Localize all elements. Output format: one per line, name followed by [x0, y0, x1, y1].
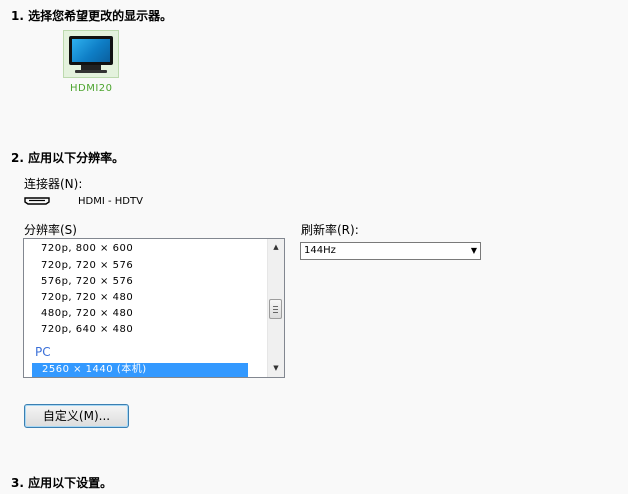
scroll-down-arrow-icon[interactable]: ▼: [268, 360, 284, 377]
dropdown-arrow-icon[interactable]: ▼: [471, 243, 477, 259]
step1-title: 1. 选择您希望更改的显示器。: [11, 9, 173, 23]
step2-title: 2. 应用以下分辨率。: [11, 151, 125, 165]
customize-button[interactable]: 自定义(M)...: [24, 404, 129, 428]
step3-title: 3. 应用以下设置。: [11, 476, 113, 490]
monitor-name: HDMI20: [70, 83, 113, 94]
list-item[interactable]: 480p, 720 × 480: [41, 308, 133, 319]
resolution-label: 分辨率(S): [24, 223, 77, 237]
list-item[interactable]: 720p, 800 × 600: [41, 243, 133, 254]
listbox-scrollbar[interactable]: ▲ ▼: [267, 239, 284, 377]
monitor-tile[interactable]: [63, 30, 119, 78]
resolution-listbox[interactable]: 720p, 800 × 600 720p, 720 × 576 576p, 72…: [23, 238, 285, 378]
list-item[interactable]: 720p, 720 × 576: [41, 260, 133, 271]
connector-label: 连接器(N):: [24, 177, 83, 191]
scroll-up-arrow-icon[interactable]: ▲: [268, 239, 284, 256]
scroll-thumb[interactable]: [269, 299, 282, 319]
refresh-rate-value: 144Hz: [304, 245, 336, 256]
refresh-rate-label: 刷新率(R):: [301, 223, 359, 237]
list-group-header: PC: [35, 345, 51, 359]
list-item[interactable]: 720p, 640 × 480: [41, 324, 133, 335]
refresh-rate-select[interactable]: 144Hz ▼: [300, 242, 481, 260]
hdmi-icon: [24, 197, 50, 205]
monitor-icon: [69, 36, 113, 65]
list-item-selected[interactable]: 2560 × 1440 (本机): [32, 363, 248, 377]
list-item[interactable]: 576p, 720 × 576: [41, 276, 133, 287]
connector-value: HDMI - HDTV: [78, 196, 143, 207]
list-item[interactable]: 720p, 720 × 480: [41, 292, 133, 303]
